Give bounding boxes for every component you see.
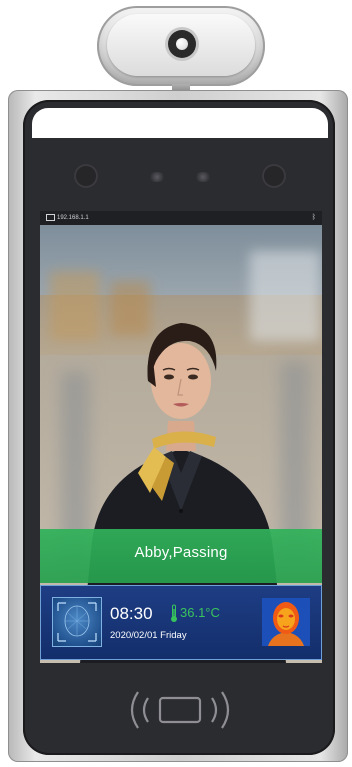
temperature-display: 36.1°C xyxy=(180,605,220,620)
ip-address: 192.168.1.1 xyxy=(57,215,89,221)
status-bar: 192.168.1.1 ᛒ xyxy=(40,211,322,225)
thermal-face-icon xyxy=(262,598,310,646)
ir-led-right-icon xyxy=(194,172,212,182)
pass-banner: Abby,Passing xyxy=(40,529,322,583)
camera-housing xyxy=(107,14,255,76)
eye xyxy=(164,374,174,380)
network-status: 192.168.1.1 xyxy=(46,211,89,225)
camera-lens-glass xyxy=(176,38,188,50)
pass-message: Abby,Passing xyxy=(134,544,228,561)
thermometer-icon xyxy=(171,604,177,622)
thermal-image-thumbnail xyxy=(262,598,310,646)
monitor-icon xyxy=(46,213,55,221)
thermal-camera-module xyxy=(97,6,265,86)
nfc-card-icon xyxy=(130,691,230,729)
camera-lens-icon xyxy=(168,30,196,58)
time-display: 08:30 xyxy=(110,604,153,623)
face-scan-thumbnail xyxy=(52,597,102,647)
face-mesh-icon xyxy=(57,602,97,642)
bluetooth-icon: ᛒ xyxy=(311,214,316,221)
right-sensor-icon xyxy=(262,164,286,188)
device-stage: 192.168.1.1 ᛒ Abby,Passing 08:30 36.1°C … xyxy=(0,0,352,767)
info-panel: 08:30 36.1°C 2020/02/01 Friday xyxy=(40,585,322,660)
ir-led-left-icon xyxy=(148,172,166,182)
button xyxy=(179,509,183,513)
top-light-strip xyxy=(32,108,328,138)
left-sensor-icon xyxy=(74,164,98,188)
eye xyxy=(188,374,198,380)
date-display: 2020/02/01 Friday xyxy=(110,630,187,641)
